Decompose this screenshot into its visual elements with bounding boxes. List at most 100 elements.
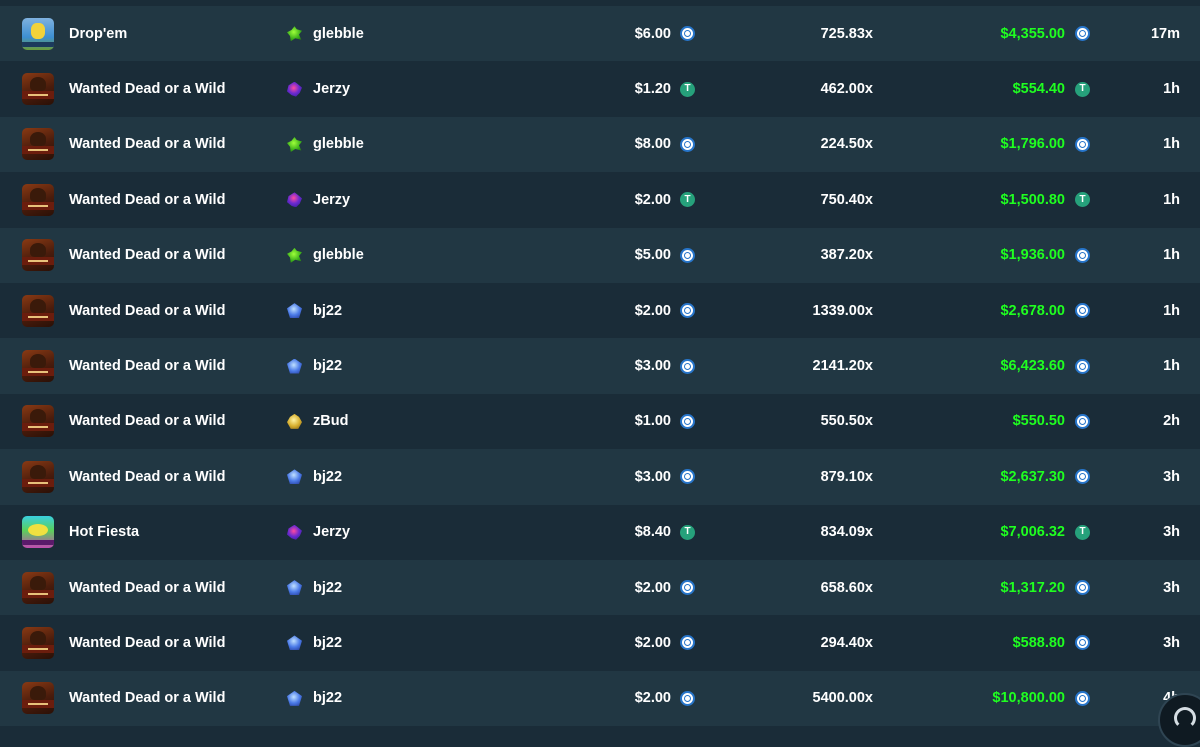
game-name[interactable]: Wanted Dead or a Wild — [69, 192, 225, 208]
time-ago: 3h — [1163, 524, 1180, 540]
payout-amount: $7,006.32 — [1000, 524, 1065, 540]
user-rank-icon — [287, 303, 302, 318]
table-row: Drop'em glebble $6.00 725.83x $4,355.00 … — [0, 6, 1200, 61]
usdc-coin-icon — [680, 635, 695, 650]
bet-amount: $8.00 — [635, 136, 671, 152]
usdc-coin-icon — [680, 359, 695, 374]
user-name[interactable]: bj22 — [313, 469, 342, 485]
payout-amount: $4,355.00 — [1000, 26, 1065, 42]
game-name[interactable]: Drop'em — [69, 26, 127, 42]
game-thumbnail[interactable] — [22, 682, 54, 714]
user-name[interactable]: glebble — [313, 26, 364, 42]
payout-amount: $10,800.00 — [992, 690, 1065, 706]
game-name[interactable]: Wanted Dead or a Wild — [69, 580, 225, 596]
usdt-coin-icon: T — [1075, 525, 1090, 540]
payout-amount: $2,678.00 — [1000, 303, 1065, 319]
multiplier: 2141.20x — [813, 358, 873, 374]
table-row: Wanted Dead or a Wild bj22 $2.00 658.60x… — [0, 560, 1200, 615]
usdc-coin-icon — [680, 248, 695, 263]
game-name[interactable]: Wanted Dead or a Wild — [69, 690, 225, 706]
table-row: Wanted Dead or a Wild glebble $5.00 387.… — [0, 228, 1200, 283]
user-name[interactable]: bj22 — [313, 303, 342, 319]
game-thumbnail[interactable] — [22, 73, 54, 105]
user-name[interactable]: bj22 — [313, 690, 342, 706]
user-name[interactable]: bj22 — [313, 635, 342, 651]
multiplier: 387.20x — [821, 247, 873, 263]
payout-amount: $1,500.80 — [1000, 192, 1065, 208]
bet-amount: $1.20 — [635, 81, 671, 97]
table-row: Wanted Dead or a Wild bj22 $2.00 294.40x… — [0, 615, 1200, 670]
game-thumbnail[interactable] — [22, 461, 54, 493]
bet-amount: $1.00 — [635, 413, 671, 429]
game-name[interactable]: Wanted Dead or a Wild — [69, 136, 225, 152]
game-name[interactable]: Wanted Dead or a Wild — [69, 635, 225, 651]
usdc-coin-icon — [1075, 469, 1090, 484]
usdc-coin-icon — [1075, 635, 1090, 650]
time-ago: 1h — [1163, 358, 1180, 374]
chat-support-icon[interactable] — [1158, 693, 1200, 747]
game-thumbnail[interactable] — [22, 18, 54, 50]
user-rank-icon — [287, 691, 302, 706]
user-rank-icon — [287, 525, 302, 540]
payout-amount: $588.80 — [1013, 635, 1065, 651]
usdc-coin-icon — [1075, 691, 1090, 706]
user-name[interactable]: glebble — [313, 136, 364, 152]
game-thumbnail[interactable] — [22, 572, 54, 604]
bet-amount: $2.00 — [635, 303, 671, 319]
bet-amount: $2.00 — [635, 192, 671, 208]
user-rank-icon — [287, 26, 302, 41]
usdt-coin-icon: T — [680, 82, 695, 97]
game-name[interactable]: Wanted Dead or a Wild — [69, 247, 225, 263]
game-thumbnail[interactable] — [22, 295, 54, 327]
game-name[interactable]: Wanted Dead or a Wild — [69, 303, 225, 319]
multiplier: 462.00x — [821, 81, 873, 97]
usdc-coin-icon — [1075, 303, 1090, 318]
game-thumbnail[interactable] — [22, 239, 54, 271]
bet-amount: $2.00 — [635, 580, 671, 596]
game-thumbnail[interactable] — [22, 516, 54, 548]
usdc-coin-icon — [680, 26, 695, 41]
time-ago: 3h — [1163, 469, 1180, 485]
usdc-coin-icon — [680, 303, 695, 318]
user-name[interactable]: glebble — [313, 247, 364, 263]
game-thumbnail[interactable] — [22, 350, 54, 382]
multiplier: 750.40x — [821, 192, 873, 208]
user-rank-icon — [287, 192, 302, 207]
game-thumbnail[interactable] — [22, 184, 54, 216]
time-ago: 1h — [1163, 81, 1180, 97]
usdc-coin-icon — [1075, 26, 1090, 41]
usdc-coin-icon — [680, 469, 695, 484]
payout-amount: $1,796.00 — [1000, 136, 1065, 152]
payout-amount: $554.40 — [1013, 81, 1065, 97]
time-ago: 1h — [1163, 303, 1180, 319]
usdt-coin-icon: T — [1075, 192, 1090, 207]
game-thumbnail[interactable] — [22, 128, 54, 160]
user-name[interactable]: bj22 — [313, 358, 342, 374]
user-rank-icon — [287, 248, 302, 263]
usdc-coin-icon — [680, 580, 695, 595]
user-rank-icon — [287, 137, 302, 152]
user-name[interactable]: bj22 — [313, 580, 342, 596]
usdc-coin-icon — [1075, 137, 1090, 152]
game-thumbnail[interactable] — [22, 627, 54, 659]
payout-amount: $1,317.20 — [1000, 580, 1065, 596]
game-name[interactable]: Wanted Dead or a Wild — [69, 81, 225, 97]
game-name[interactable]: Wanted Dead or a Wild — [69, 469, 225, 485]
game-name[interactable]: Wanted Dead or a Wild — [69, 358, 225, 374]
game-name[interactable]: Hot Fiesta — [69, 524, 139, 540]
table-row: Wanted Dead or a Wild zBud $1.00 550.50x… — [0, 394, 1200, 449]
usdc-coin-icon — [1075, 580, 1090, 595]
user-name[interactable]: Jerzy — [313, 524, 350, 540]
table-row: Wanted Dead or a Wild Jerzy $1.20 T 462.… — [0, 61, 1200, 116]
user-name[interactable]: Jerzy — [313, 81, 350, 97]
user-name[interactable]: Jerzy — [313, 192, 350, 208]
table-row: Wanted Dead or a Wild bj22 $2.00 1339.00… — [0, 283, 1200, 338]
bet-amount: $8.40 — [635, 524, 671, 540]
game-name[interactable]: Wanted Dead or a Wild — [69, 413, 225, 429]
user-rank-icon — [287, 580, 302, 595]
game-thumbnail[interactable] — [22, 405, 54, 437]
user-name[interactable]: zBud — [313, 413, 348, 429]
usdc-coin-icon — [680, 691, 695, 706]
bets-table: Drop'em glebble $6.00 725.83x $4,355.00 … — [0, 6, 1200, 726]
time-ago: 2h — [1163, 413, 1180, 429]
